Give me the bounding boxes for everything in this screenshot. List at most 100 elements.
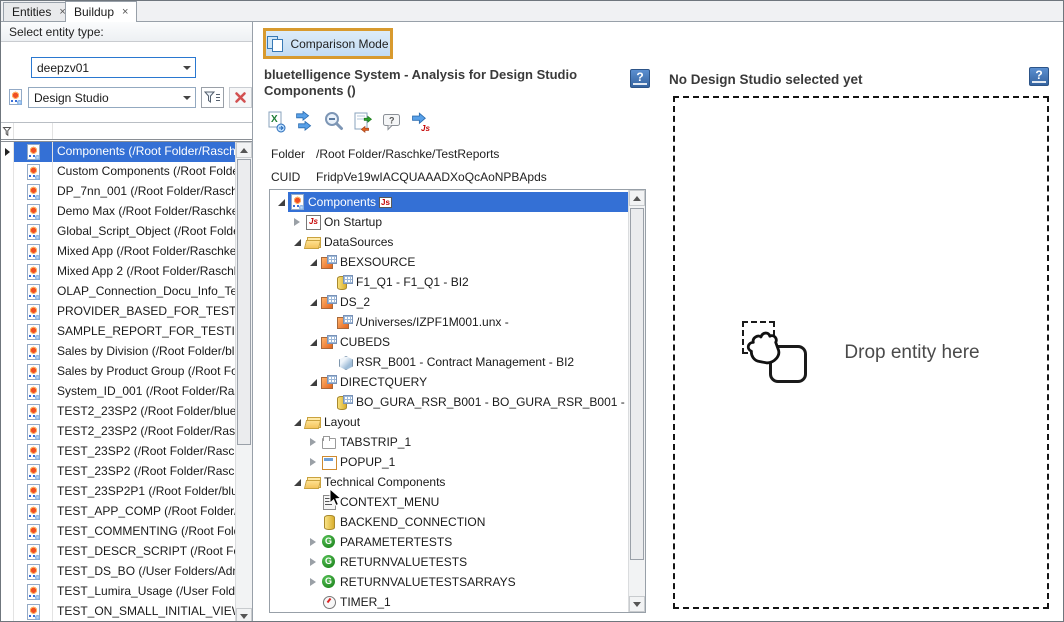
scroll-up-icon[interactable] [629, 190, 645, 206]
tree-item[interactable]: RETURNVALUETESTS [270, 552, 645, 572]
tree-item[interactable]: BEXSOURCE [270, 252, 645, 272]
row-marker [1, 362, 14, 382]
tree-item[interactable]: F1_Q1 - F1_Q1 - BI2 [270, 272, 645, 292]
tree-item-label: BEXSOURCE [340, 255, 415, 269]
entity-list-item[interactable]: TEST_23SP2 (/Root Folder/Raschke/D [1, 442, 252, 462]
entity-label: Sales by Division (/Root Folder/bluete [53, 342, 252, 362]
expander-expanded-icon[interactable] [306, 379, 320, 386]
entity-list-item[interactable]: Components (/Root Folder/Raschke/T [1, 142, 252, 162]
drop-zone[interactable]: Drop entity here [673, 96, 1049, 609]
chevron-down-icon[interactable] [178, 88, 195, 107]
tree-item[interactable]: TABSTRIP_1 [270, 432, 645, 452]
entity-list-item[interactable]: TEST_DESCR_SCRIPT (/Root Folder/F [1, 542, 252, 562]
entity-list-item[interactable]: Mixed App 2 (/Root Folder/Raschke/D [1, 262, 252, 282]
js-export-icon[interactable]: Js [409, 110, 433, 134]
tree-item[interactable]: BACKEND_CONNECTION [270, 512, 645, 532]
scrollbar-thumb[interactable] [630, 208, 644, 560]
entity-list-item[interactable]: TEST_COMMENTING (/Root Folder/bl [1, 522, 252, 542]
expander-collapsed-icon[interactable] [306, 558, 320, 566]
sync-arrows-icon[interactable] [293, 110, 317, 134]
entity-list-item[interactable]: Sales by Division (/Root Folder/bluete [1, 342, 252, 362]
entity-label: OLAP_Connection_Docu_Info_Test (/ [53, 282, 252, 302]
entity-list-item[interactable]: Demo Max (/Root Folder/Raschke) [1, 202, 252, 222]
tree-item[interactable]: DataSources [270, 232, 645, 252]
row-marker [1, 442, 14, 462]
entity-list-item[interactable]: Sales by Product Group (/Root Folder [1, 362, 252, 382]
close-icon[interactable]: × [122, 7, 128, 18]
tree-item-label: Technical Components [324, 475, 445, 489]
entity-list-item[interactable]: TEST_Lumira_Usage (/User Folders/A [1, 582, 252, 602]
expander-collapsed-icon[interactable] [306, 438, 320, 446]
tree-item[interactable]: TIMER_1 [270, 592, 645, 612]
chevron-down-icon[interactable] [178, 58, 195, 77]
system-dropdown[interactable]: deepzv01 [31, 57, 196, 78]
scroll-down-icon[interactable] [629, 596, 645, 612]
tree-item[interactable]: On Startup [270, 212, 645, 232]
entity-label: Demo Max (/Root Folder/Raschke) [53, 202, 252, 222]
entity-list-item[interactable]: Custom Components (/Root Folder/Ra [1, 162, 252, 182]
help-icon[interactable] [1029, 67, 1049, 86]
zoom-out-icon[interactable] [322, 110, 346, 134]
tree-scrollbar[interactable] [628, 190, 645, 612]
expander-collapsed-icon[interactable] [290, 218, 304, 226]
comparison-mode-button[interactable]: Comparison Mode [263, 28, 393, 59]
help-icon[interactable] [630, 69, 650, 88]
tree-item[interactable]: CUBEDS [270, 332, 645, 352]
system-dropdown-value: deepzv01 [32, 61, 178, 75]
entity-list-item[interactable]: TEST_23SP2P1 (/Root Folder/bluetelli [1, 482, 252, 502]
entity-list-scrollbar[interactable] [235, 142, 252, 622]
entity-label: Mixed App 2 (/Root Folder/Raschke/D [53, 262, 252, 282]
tab-bar: Entities × Buildup × [1, 1, 1063, 22]
entity-list-item[interactable]: SAMPLE_REPORT_FOR_TESTING_M ( [1, 322, 252, 342]
clear-filter-button[interactable] [229, 87, 252, 108]
tree-item[interactable]: BO_GURA_RSR_B001 - BO_GURA_RSR_B001 - BI… [270, 392, 645, 412]
entity-list-item[interactable]: Mixed App (/Root Folder/Raschke/De [1, 242, 252, 262]
filter-row-cell[interactable] [1, 123, 14, 139]
expander-expanded-icon[interactable] [290, 419, 304, 426]
tree-item[interactable]: /Universes/IZPF1M001.unx - [270, 312, 645, 332]
comment-question-icon[interactable]: ? [380, 110, 404, 134]
entity-list-item[interactable]: TEST_APP_COMP (/Root Folder/bluet [1, 502, 252, 522]
expander-collapsed-icon[interactable] [306, 578, 320, 586]
filter-button[interactable] [201, 87, 224, 108]
expander-expanded-icon[interactable] [306, 259, 320, 266]
entity-type-dropdown[interactable]: Design Studio [28, 87, 196, 108]
compare-doc-icon[interactable] [351, 110, 375, 134]
tree-item[interactable]: CONTEXT_MENU [270, 492, 645, 512]
tree-item[interactable]: POPUP_1 [270, 452, 645, 472]
expander-expanded-icon[interactable] [306, 339, 320, 346]
scrollbar-thumb[interactable] [237, 159, 251, 445]
entity-list-item[interactable]: OLAP_Connection_Docu_Info_Test (/ [1, 282, 252, 302]
entity-list-item[interactable]: Global_Script_Object (/Root Folder/R [1, 222, 252, 242]
expander-collapsed-icon[interactable] [306, 538, 320, 546]
entity-list-item[interactable]: System_ID_001 (/Root Folder/Raschk [1, 382, 252, 402]
tab-entities-label: Entities [12, 5, 51, 19]
entity-list-item[interactable]: TEST_23SP2 (/Root Folder/Raschke/L [1, 462, 252, 482]
tree-item[interactable]: Layout [270, 412, 645, 432]
tree-item[interactable]: PARAMETERTESTS [270, 532, 645, 552]
tree-item[interactable]: DS_2 [270, 292, 645, 312]
expander-expanded-icon[interactable] [274, 199, 288, 206]
expander-collapsed-icon[interactable] [306, 458, 320, 466]
entity-list-item[interactable]: DP_7nn_001 (/Root Folder/Raschke/T [1, 182, 252, 202]
tree-item[interactable]: RETURNVALUETESTSARRAYS [270, 572, 645, 592]
entity-list-item[interactable]: TEST2_23SP2 (/Root Folder/bluetellig [1, 402, 252, 422]
entity-list-item[interactable]: TEST2_23SP2 (/Root Folder/Raschke, [1, 422, 252, 442]
tree-item[interactable]: DIRECTQUERY [270, 372, 645, 392]
row-marker [1, 202, 14, 222]
entity-list-item[interactable]: TEST_DS_BO (/User Folders/Administ [1, 562, 252, 582]
expander-expanded-icon[interactable] [306, 299, 320, 306]
expander-expanded-icon[interactable] [290, 479, 304, 486]
drop-entity-text: Drop entity here [844, 342, 979, 364]
scroll-down-icon[interactable] [236, 608, 252, 622]
tree-item[interactable]: ComponentsJs [270, 192, 645, 212]
scroll-up-icon[interactable] [236, 142, 252, 158]
tree-item[interactable]: Technical Components [270, 472, 645, 492]
tab-buildup[interactable]: Buildup × [65, 1, 137, 22]
entity-list-item[interactable]: TEST_ON_SMALL_INITIAL_VIEW (/Rc [1, 602, 252, 622]
entity-list-item[interactable]: PROVIDER_BASED_FOR_TESTING (/F [1, 302, 252, 322]
entity-label: TEST_DS_BO (/User Folders/Administ [53, 562, 252, 582]
expander-expanded-icon[interactable] [290, 239, 304, 246]
excel-export-icon[interactable]: X [264, 110, 288, 134]
tree-item[interactable]: RSR_B001 - Contract Management - BI2 [270, 352, 645, 372]
